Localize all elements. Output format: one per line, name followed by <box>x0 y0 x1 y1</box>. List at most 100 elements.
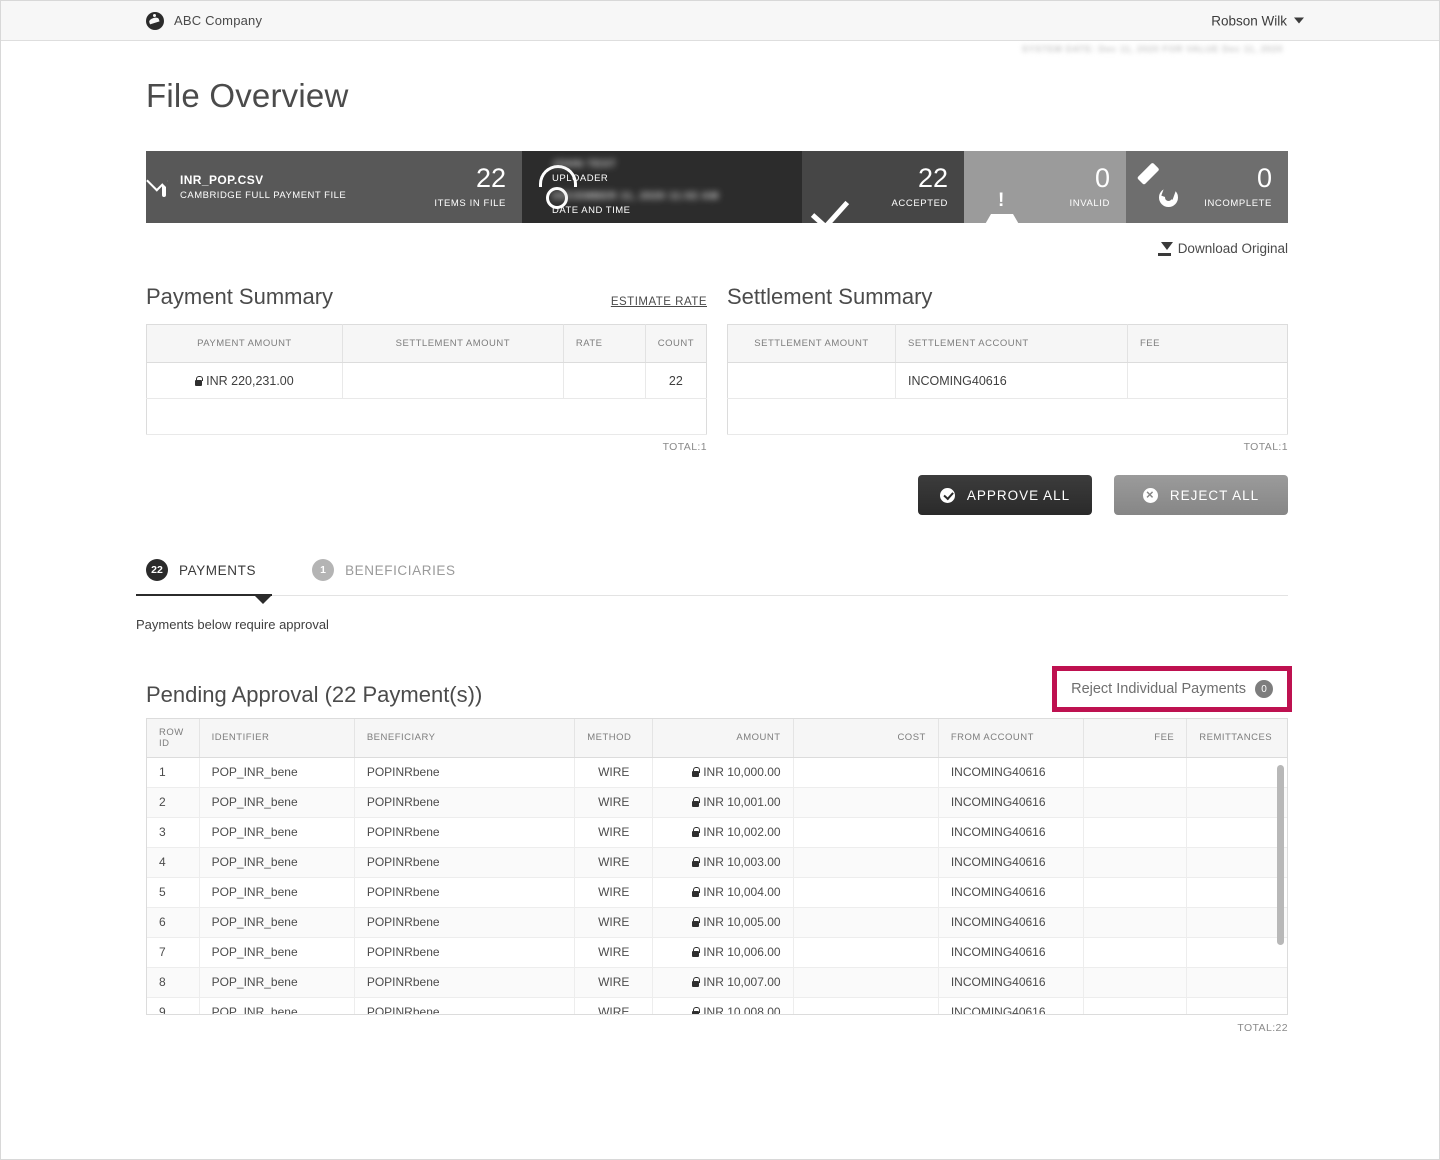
lock-icon <box>692 1007 700 1014</box>
cell-beneficiary: POPINRbene <box>354 997 576 1014</box>
amount-value: INR 10,001.00 <box>703 795 781 809</box>
tab-payments[interactable]: 22 PAYMENTS <box>135 559 273 596</box>
payment-summary-title: Payment Summary <box>146 284 334 309</box>
payments-table-body: 1 POP_INR_bene POPINRbene WIRE INR 10,000.00… <box>147 757 1287 1014</box>
tab-payments-badge: 22 <box>146 559 168 581</box>
table-row[interactable]: 3 POP_INR_bene POPINRbene WIRE INR 10,002.00… <box>147 817 1287 848</box>
cell-row-id: 7 <box>147 937 200 968</box>
vertical-scrollbar[interactable] <box>1277 765 1284 945</box>
cell-amount: INR 10,003.00 <box>652 847 794 878</box>
bulk-actions: APPROVE ALL REJECT ALL <box>146 475 1288 515</box>
cell-from-account: INCOMING40616 <box>938 787 1085 818</box>
cell-cost <box>793 997 939 1014</box>
cell-fee <box>1083 847 1188 878</box>
invalid-label: INVALID <box>1069 198 1110 209</box>
cell-method: WIRE <box>574 877 654 908</box>
invalid-count: 0 <box>1094 163 1110 193</box>
col-beneficiary: BENEFICIARY <box>354 719 576 758</box>
cell-method: WIRE <box>574 757 654 788</box>
table-row[interactable]: 5 POP_INR_bene POPINRbene WIRE INR 10,004.00… <box>147 877 1287 908</box>
summaries-section: Payment Summary ESTIMATE RATE PAYMENT AM… <box>146 280 1288 453</box>
cell-from-account: INCOMING40616 <box>938 997 1085 1014</box>
cell-identifier: POP_INR_bene <box>199 757 355 788</box>
cell-from-account: INCOMING40616 <box>938 907 1085 938</box>
table-row[interactable]: 1 POP_INR_bene POPINRbene WIRE INR 10,000.00… <box>147 757 1287 788</box>
warning-triangle-icon <box>980 178 1024 233</box>
datetime-label: DATE AND TIME <box>552 205 631 216</box>
cell-identifier: POP_INR_bene <box>199 817 355 848</box>
globe-icon <box>146 11 164 30</box>
lock-icon <box>692 917 700 927</box>
lock-icon <box>692 767 700 777</box>
col-payment-amount: PAYMENT AMOUNT <box>146 324 343 363</box>
table-row[interactable]: 6 POP_INR_bene POPINRbene WIRE INR 10,005.00… <box>147 907 1287 938</box>
cell-settlement-amount <box>727 362 896 399</box>
payment-summary-panel: Payment Summary ESTIMATE RATE PAYMENT AM… <box>146 280 707 453</box>
cell-cost <box>793 877 939 908</box>
cell-method: WIRE <box>574 907 654 938</box>
cell-remittances <box>1186 847 1287 878</box>
download-original-label: Download Original <box>1177 241 1288 256</box>
cell-from-account: INCOMING40616 <box>938 877 1085 908</box>
page-title: File Overview <box>146 77 349 114</box>
table-row[interactable]: 8 POP_INR_bene POPINRbene WIRE INR 10,007.00… <box>147 967 1287 998</box>
lock-icon <box>692 857 700 867</box>
reject-all-button[interactable]: REJECT ALL <box>1114 475 1288 515</box>
cell-method: WIRE <box>574 817 654 848</box>
payments-total: TOTAL:22 <box>1237 1022 1288 1034</box>
user-menu[interactable]: Robson Wilk <box>1211 13 1304 28</box>
cell-cost <box>793 757 939 788</box>
cell-beneficiary: POPINRbene <box>354 877 576 908</box>
reject-individual-highlight: Reject Individual Payments 0 <box>1052 666 1292 712</box>
lock-icon <box>692 887 700 897</box>
cell-row-id: 3 <box>147 817 200 848</box>
user-name: Robson Wilk <box>1211 13 1287 28</box>
approve-all-label: APPROVE ALL <box>966 487 1071 503</box>
active-tab-arrow-icon <box>254 595 272 604</box>
amount-value: INR 10,007.00 <box>703 975 781 989</box>
cell-method: WIRE <box>574 967 654 998</box>
cell-row-id: 1 <box>147 757 200 788</box>
estimate-rate-link[interactable]: ESTIMATE RATE <box>611 296 707 310</box>
table-row[interactable]: 7 POP_INR_bene POPINRbene WIRE INR 10,006.00… <box>147 937 1287 968</box>
chevron-down-icon <box>1294 17 1304 24</box>
download-original-link[interactable]: Download Original <box>1157 241 1288 256</box>
table-row[interactable]: 9 POP_INR_bene POPINRbene WIRE INR 10,008.00… <box>147 997 1287 1014</box>
cell-beneficiary: POPINRbene <box>354 817 576 848</box>
amount-value: INR 10,004.00 <box>703 885 781 899</box>
cell-identifier: POP_INR_bene <box>199 967 355 998</box>
cell-rate <box>563 362 646 399</box>
tab-bar: 22 PAYMENTS 1 BENEFICIARIES <box>135 559 1288 604</box>
cell-row-id: 9 <box>147 997 200 1014</box>
reject-individual-payments-button[interactable]: Reject Individual Payments 0 <box>1057 671 1287 707</box>
approve-all-button[interactable]: APPROVE ALL <box>918 475 1092 515</box>
amount-value: INR 10,000.00 <box>703 765 781 779</box>
file-overview-page: ABC Company Robson Wilk SYSTEM DATE: Dec… <box>0 0 1440 1160</box>
lock-icon <box>692 947 700 957</box>
brand-logo-group[interactable]: ABC Company <box>146 11 262 30</box>
cell-cost <box>793 847 939 878</box>
cell-remittances <box>1186 937 1287 968</box>
cell-cost <box>793 787 939 818</box>
cell-from-account: INCOMING40616 <box>938 817 1085 848</box>
table-header-row: ROW ID IDENTIFIER BENEFICIARY METHOD AMO… <box>147 719 1287 758</box>
tabs-note: Payments below require approval <box>136 617 329 632</box>
cell-identifier: POP_INR_bene <box>199 937 355 968</box>
cell-beneficiary: POPINRbene <box>354 847 576 878</box>
reject-all-label: REJECT ALL <box>1169 487 1260 503</box>
top-navigation-bar: ABC Company Robson Wilk <box>1 1 1439 41</box>
cell-identifier: POP_INR_bene <box>199 877 355 908</box>
reject-individual-label: Reject Individual Payments <box>1071 681 1246 697</box>
table-header-row: PAYMENT AMOUNT SETTLEMENT AMOUNT RATE CO… <box>146 324 707 363</box>
cell-beneficiary: POPINRbene <box>354 937 576 968</box>
cell-amount: INR 10,006.00 <box>652 937 794 968</box>
file-name: INR_POP.CSV <box>180 173 264 187</box>
table-row[interactable]: 4 POP_INR_bene POPINRbene WIRE INR 10,003.00… <box>147 847 1287 878</box>
tab-beneficiaries[interactable]: 1 BENEFICIARIES <box>312 559 472 595</box>
table-row[interactable]: 2 POP_INR_bene POPINRbene WIRE INR 10,001.00… <box>147 787 1287 818</box>
accepted-count: 22 <box>917 163 948 193</box>
accepted-label: ACCEPTED <box>891 198 948 209</box>
pending-approval-title: Pending Approval (22 Payment(s)) <box>146 682 483 707</box>
lock-icon <box>692 977 700 987</box>
col-method: METHOD <box>574 719 654 758</box>
